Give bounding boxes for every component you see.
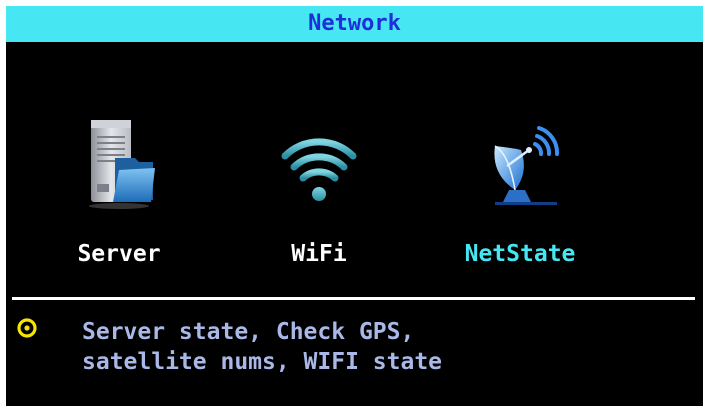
menu-label-server: Server xyxy=(77,241,161,267)
hint-text: Server state, Check GPS, satellite nums,… xyxy=(82,317,682,377)
network-screen: Network Server WiFi NetState Server stat… xyxy=(6,6,703,406)
page-title: Network xyxy=(308,11,401,36)
menu-item-netstate[interactable]: NetState xyxy=(445,114,595,274)
hint-line-2: satellite nums, WIFI state xyxy=(82,349,443,375)
server-folder-icon xyxy=(89,120,155,209)
menu-item-wifi[interactable]: WiFi xyxy=(244,114,394,274)
divider xyxy=(12,297,695,300)
hint-line-1: Server state, Check GPS, xyxy=(82,319,415,345)
menu-item-server[interactable]: Server xyxy=(44,114,194,274)
menu-label-wifi: WiFi xyxy=(291,241,347,267)
info-ring-icon xyxy=(17,318,37,338)
wifi-icon xyxy=(281,138,357,201)
title-bar: Network xyxy=(6,6,703,42)
menu-label-netstate: NetState xyxy=(464,241,576,267)
satellite-dish-icon xyxy=(494,126,560,205)
